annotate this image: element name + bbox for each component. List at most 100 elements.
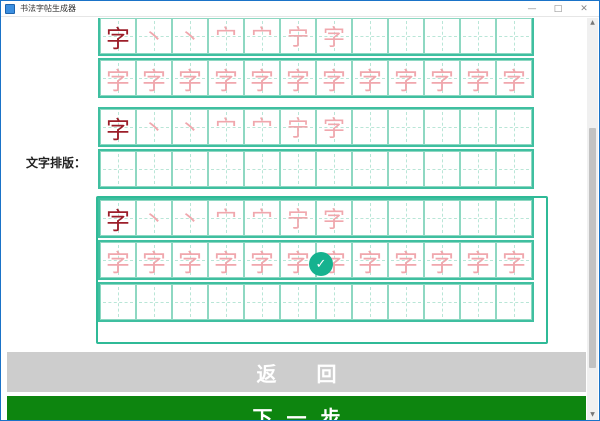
grid-cell: 丶 (172, 200, 208, 236)
grid-cell: 宀 (244, 200, 280, 236)
grid-cell: 字 (208, 242, 244, 278)
grid-cell (496, 109, 532, 145)
grid-cell: 字 (316, 109, 352, 145)
stroke-glyph: 宀 (250, 208, 273, 233)
stroke-glyph: 丶 (142, 117, 165, 142)
grid-cell (352, 109, 388, 145)
stroke-glyph: 宀 (250, 26, 273, 51)
title-bar: 书法字帖生成器 — □ ✕ (1, 1, 599, 17)
grid-cell: 宀 (208, 200, 244, 236)
grid-cell: 丶 (136, 18, 172, 54)
grid-cell (280, 284, 316, 320)
grid-cell (424, 18, 460, 54)
stroke-glyph: 宁 (286, 208, 309, 233)
scroll-down-icon[interactable]: ▼ (587, 410, 598, 420)
grid-cell: 字 (424, 60, 460, 96)
grid-cell (352, 18, 388, 54)
stroke-glyph: 丶 (178, 26, 201, 51)
app-window: 书法字帖生成器 — □ ✕ 字丶丶宀宀宁字 字字字字字字字字字字字字 文字排版：… (0, 0, 600, 421)
stroke-glyph: 宀 (214, 117, 237, 142)
grid-cell: 字 (244, 60, 280, 96)
grid-cell (460, 109, 496, 145)
grid-cell (136, 284, 172, 320)
trace-glyph: 字 (250, 66, 274, 95)
trace-glyph: 字 (322, 66, 346, 95)
grid-cell (136, 151, 172, 187)
grid-cell (316, 151, 352, 187)
minimize-icon[interactable]: — (519, 1, 545, 17)
scroll-up-icon[interactable]: ▲ (587, 18, 598, 28)
close-icon[interactable]: ✕ (571, 1, 597, 17)
vertical-scrollbar[interactable]: ▲ ▼ (587, 18, 598, 420)
grid-cell: 字 (244, 242, 280, 278)
grid-cell (496, 200, 532, 236)
grid-cell (352, 284, 388, 320)
stroke-glyph: 宀 (214, 26, 237, 51)
trace-glyph: 字 (430, 66, 454, 95)
trace-glyph: 字 (286, 66, 310, 95)
trace-glyph: 字 (502, 248, 526, 277)
grid-cell: 字 (460, 60, 496, 96)
grid-cell: 字 (316, 18, 352, 54)
stroke-glyph: 宀 (250, 117, 273, 142)
scroll-thumb[interactable] (589, 128, 596, 368)
grid-cell (280, 151, 316, 187)
grid-cell (388, 18, 424, 54)
grid-cell: 丶 (172, 109, 208, 145)
grid-cell: 字 (316, 60, 352, 96)
layout-option-1-row-strokes[interactable]: 字丶丶宀宀宁字 (98, 18, 534, 56)
main-content: 字丶丶宀宀宁字 字字字字字字字字字字字字 文字排版： 字丶丶宀宀宁字 字丶丶宀宀… (2, 18, 588, 420)
grid-cell: 字 (136, 60, 172, 96)
grid-cell (496, 284, 532, 320)
grid-cell (460, 284, 496, 320)
grid-cell: 字 (172, 60, 208, 96)
grid-cell (460, 18, 496, 54)
grid-cell: 丶 (136, 200, 172, 236)
trace-glyph: 字 (214, 66, 238, 95)
trace-glyph: 字 (178, 248, 202, 277)
layout-option-2-row-blank[interactable] (98, 149, 534, 189)
stroke-glyph: 字 (322, 208, 345, 233)
grid-cell: 字 (100, 242, 136, 278)
grid-cell: 字 (424, 242, 460, 278)
window-title: 书法字帖生成器 (20, 4, 76, 13)
layout-option-3-row-blank[interactable] (98, 282, 534, 322)
grid-cell (388, 109, 424, 145)
layout-option-1-row-trace[interactable]: 字字字字字字字字字字字字 (98, 58, 534, 98)
trace-glyph: 字 (142, 66, 166, 95)
grid-cell: 宀 (208, 109, 244, 145)
layout-option-3-row-strokes[interactable]: 字丶丶宀宀宁字 (98, 198, 534, 238)
grid-cell: 字 (100, 200, 136, 236)
grid-cell: 宀 (208, 18, 244, 54)
grid-cell (172, 151, 208, 187)
trace-glyph: 字 (358, 66, 382, 95)
grid-cell (208, 151, 244, 187)
grid-cell (100, 151, 136, 187)
stroke-glyph: 丶 (142, 26, 165, 51)
grid-cell (496, 151, 532, 187)
trace-glyph: 字 (106, 248, 130, 277)
trace-glyph: 字 (142, 248, 166, 277)
grid-cell (244, 284, 280, 320)
grid-cell (496, 18, 532, 54)
layout-option-2-row-strokes[interactable]: 字丶丶宀宀宁字 (98, 107, 534, 147)
grid-cell (424, 284, 460, 320)
grid-cell: 字 (352, 242, 388, 278)
stroke-glyph: 字 (106, 115, 130, 144)
grid-cell: 字 (100, 60, 136, 96)
next-button[interactable]: 下一步 (7, 396, 586, 420)
trace-glyph: 字 (466, 248, 490, 277)
stroke-glyph: 丶 (178, 117, 201, 142)
grid-cell: 字 (352, 60, 388, 96)
grid-cell (352, 151, 388, 187)
grid-cell: 丶 (172, 18, 208, 54)
grid-cell: 宁 (280, 18, 316, 54)
maximize-icon[interactable]: □ (545, 1, 571, 17)
trace-glyph: 字 (394, 66, 418, 95)
trace-glyph: 字 (430, 248, 454, 277)
stroke-glyph: 丶 (178, 208, 201, 233)
grid-cell (352, 200, 388, 236)
grid-cell (424, 151, 460, 187)
back-button[interactable]: 返回 (7, 352, 586, 392)
grid-cell: 丶 (136, 109, 172, 145)
